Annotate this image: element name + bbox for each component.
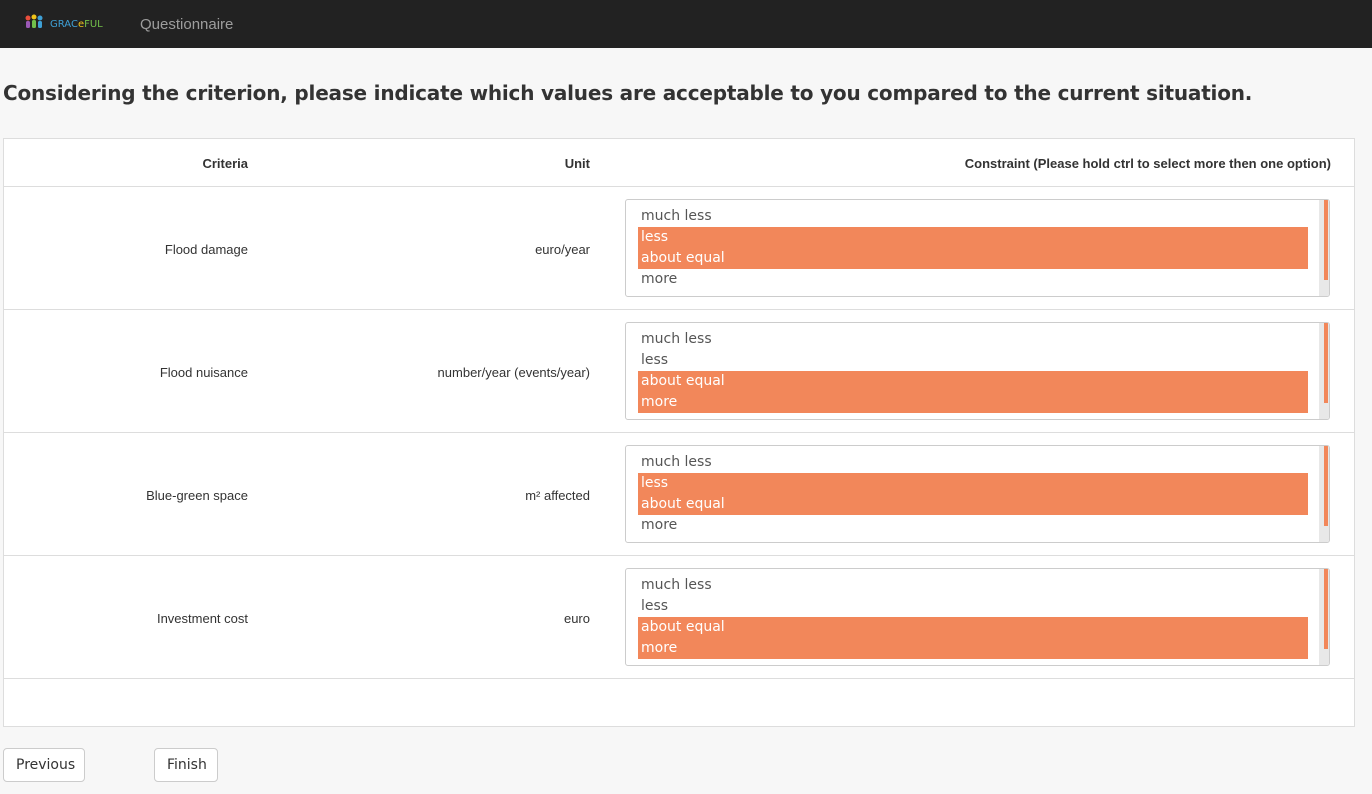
constraint-option[interactable]: about equal: [638, 617, 1308, 638]
constraint-multiselect[interactable]: much less less about equal more: [625, 445, 1330, 543]
scrollbar[interactable]: [1319, 323, 1329, 419]
graceful-logo[interactable]: GRACeFUL: [24, 13, 104, 35]
criteria-cell: Investment cost: [156, 611, 248, 626]
unit-cell: euro/year: [535, 242, 590, 257]
scrollbar-thumb[interactable]: [1324, 323, 1328, 403]
people-logo-icon: [25, 14, 43, 28]
criteria-cell: Blue-green space: [146, 488, 248, 503]
constraint-option[interactable]: less: [638, 350, 1308, 371]
header-criteria: Criteria: [202, 156, 248, 171]
header-unit: Unit: [564, 156, 590, 171]
constraint-option[interactable]: less: [638, 227, 1308, 248]
unit-cell: euro: [563, 611, 590, 626]
logo-text: GRACeFUL: [50, 19, 103, 30]
nav-link-questionnaire[interactable]: Questionnaire: [140, 16, 233, 33]
constraint-option[interactable]: much less: [638, 329, 1308, 350]
table-row: Flood nuisance number/year (events/year) m…: [4, 310, 1354, 433]
constraint-option[interactable]: more: [638, 515, 1308, 536]
constraint-option[interactable]: about equal: [638, 248, 1308, 269]
criteria-table: Criteria Unit Constraint (Please hold ct…: [3, 138, 1355, 727]
table-row: Investment cost euro much less less about eq…: [4, 556, 1354, 679]
unit-cell: number/year (events/year): [437, 365, 590, 380]
table-header: Criteria Unit Constraint (Please hold ct…: [4, 139, 1354, 187]
unit-cell: m² affected: [525, 488, 590, 503]
constraint-multiselect[interactable]: much less less about equal more: [625, 322, 1330, 420]
constraint-option[interactable]: more: [638, 392, 1308, 413]
finish-button[interactable]: Finish: [154, 748, 218, 782]
constraint-option[interactable]: more: [638, 269, 1308, 290]
table-row: Blue-green space m² affected much less less…: [4, 433, 1354, 556]
constraint-multiselect[interactable]: much less less about equal more: [625, 199, 1330, 297]
constraint-multiselect[interactable]: much less less about equal more: [625, 568, 1330, 666]
constraint-option[interactable]: much less: [638, 206, 1308, 227]
constraint-option[interactable]: less: [638, 473, 1308, 494]
constraint-option[interactable]: about equal: [638, 494, 1308, 515]
criteria-cell: Flood damage: [164, 242, 248, 257]
constraint-option[interactable]: less: [638, 596, 1308, 617]
scrollbar-thumb[interactable]: [1324, 200, 1328, 280]
criteria-cell: Flood nuisance: [159, 365, 248, 380]
scrollbar[interactable]: [1319, 569, 1329, 665]
constraint-option[interactable]: more: [638, 638, 1308, 659]
page-title: Considering the criterion, please indica…: [3, 81, 1253, 105]
header-constraint: Constraint (Please hold ctrl to select m…: [964, 156, 1331, 171]
navbar: GRACeFUL Questionnaire: [0, 0, 1372, 48]
scrollbar[interactable]: [1319, 446, 1329, 542]
constraint-option[interactable]: much less: [638, 575, 1308, 596]
scrollbar-thumb[interactable]: [1324, 446, 1328, 526]
previous-button[interactable]: Previous: [3, 748, 85, 782]
scrollbar[interactable]: [1319, 200, 1329, 296]
constraint-option[interactable]: about equal: [638, 371, 1308, 392]
scrollbar-thumb[interactable]: [1324, 569, 1328, 649]
table-row: Flood damage euro/year much less less about …: [4, 187, 1354, 310]
constraint-option[interactable]: much less: [638, 452, 1308, 473]
